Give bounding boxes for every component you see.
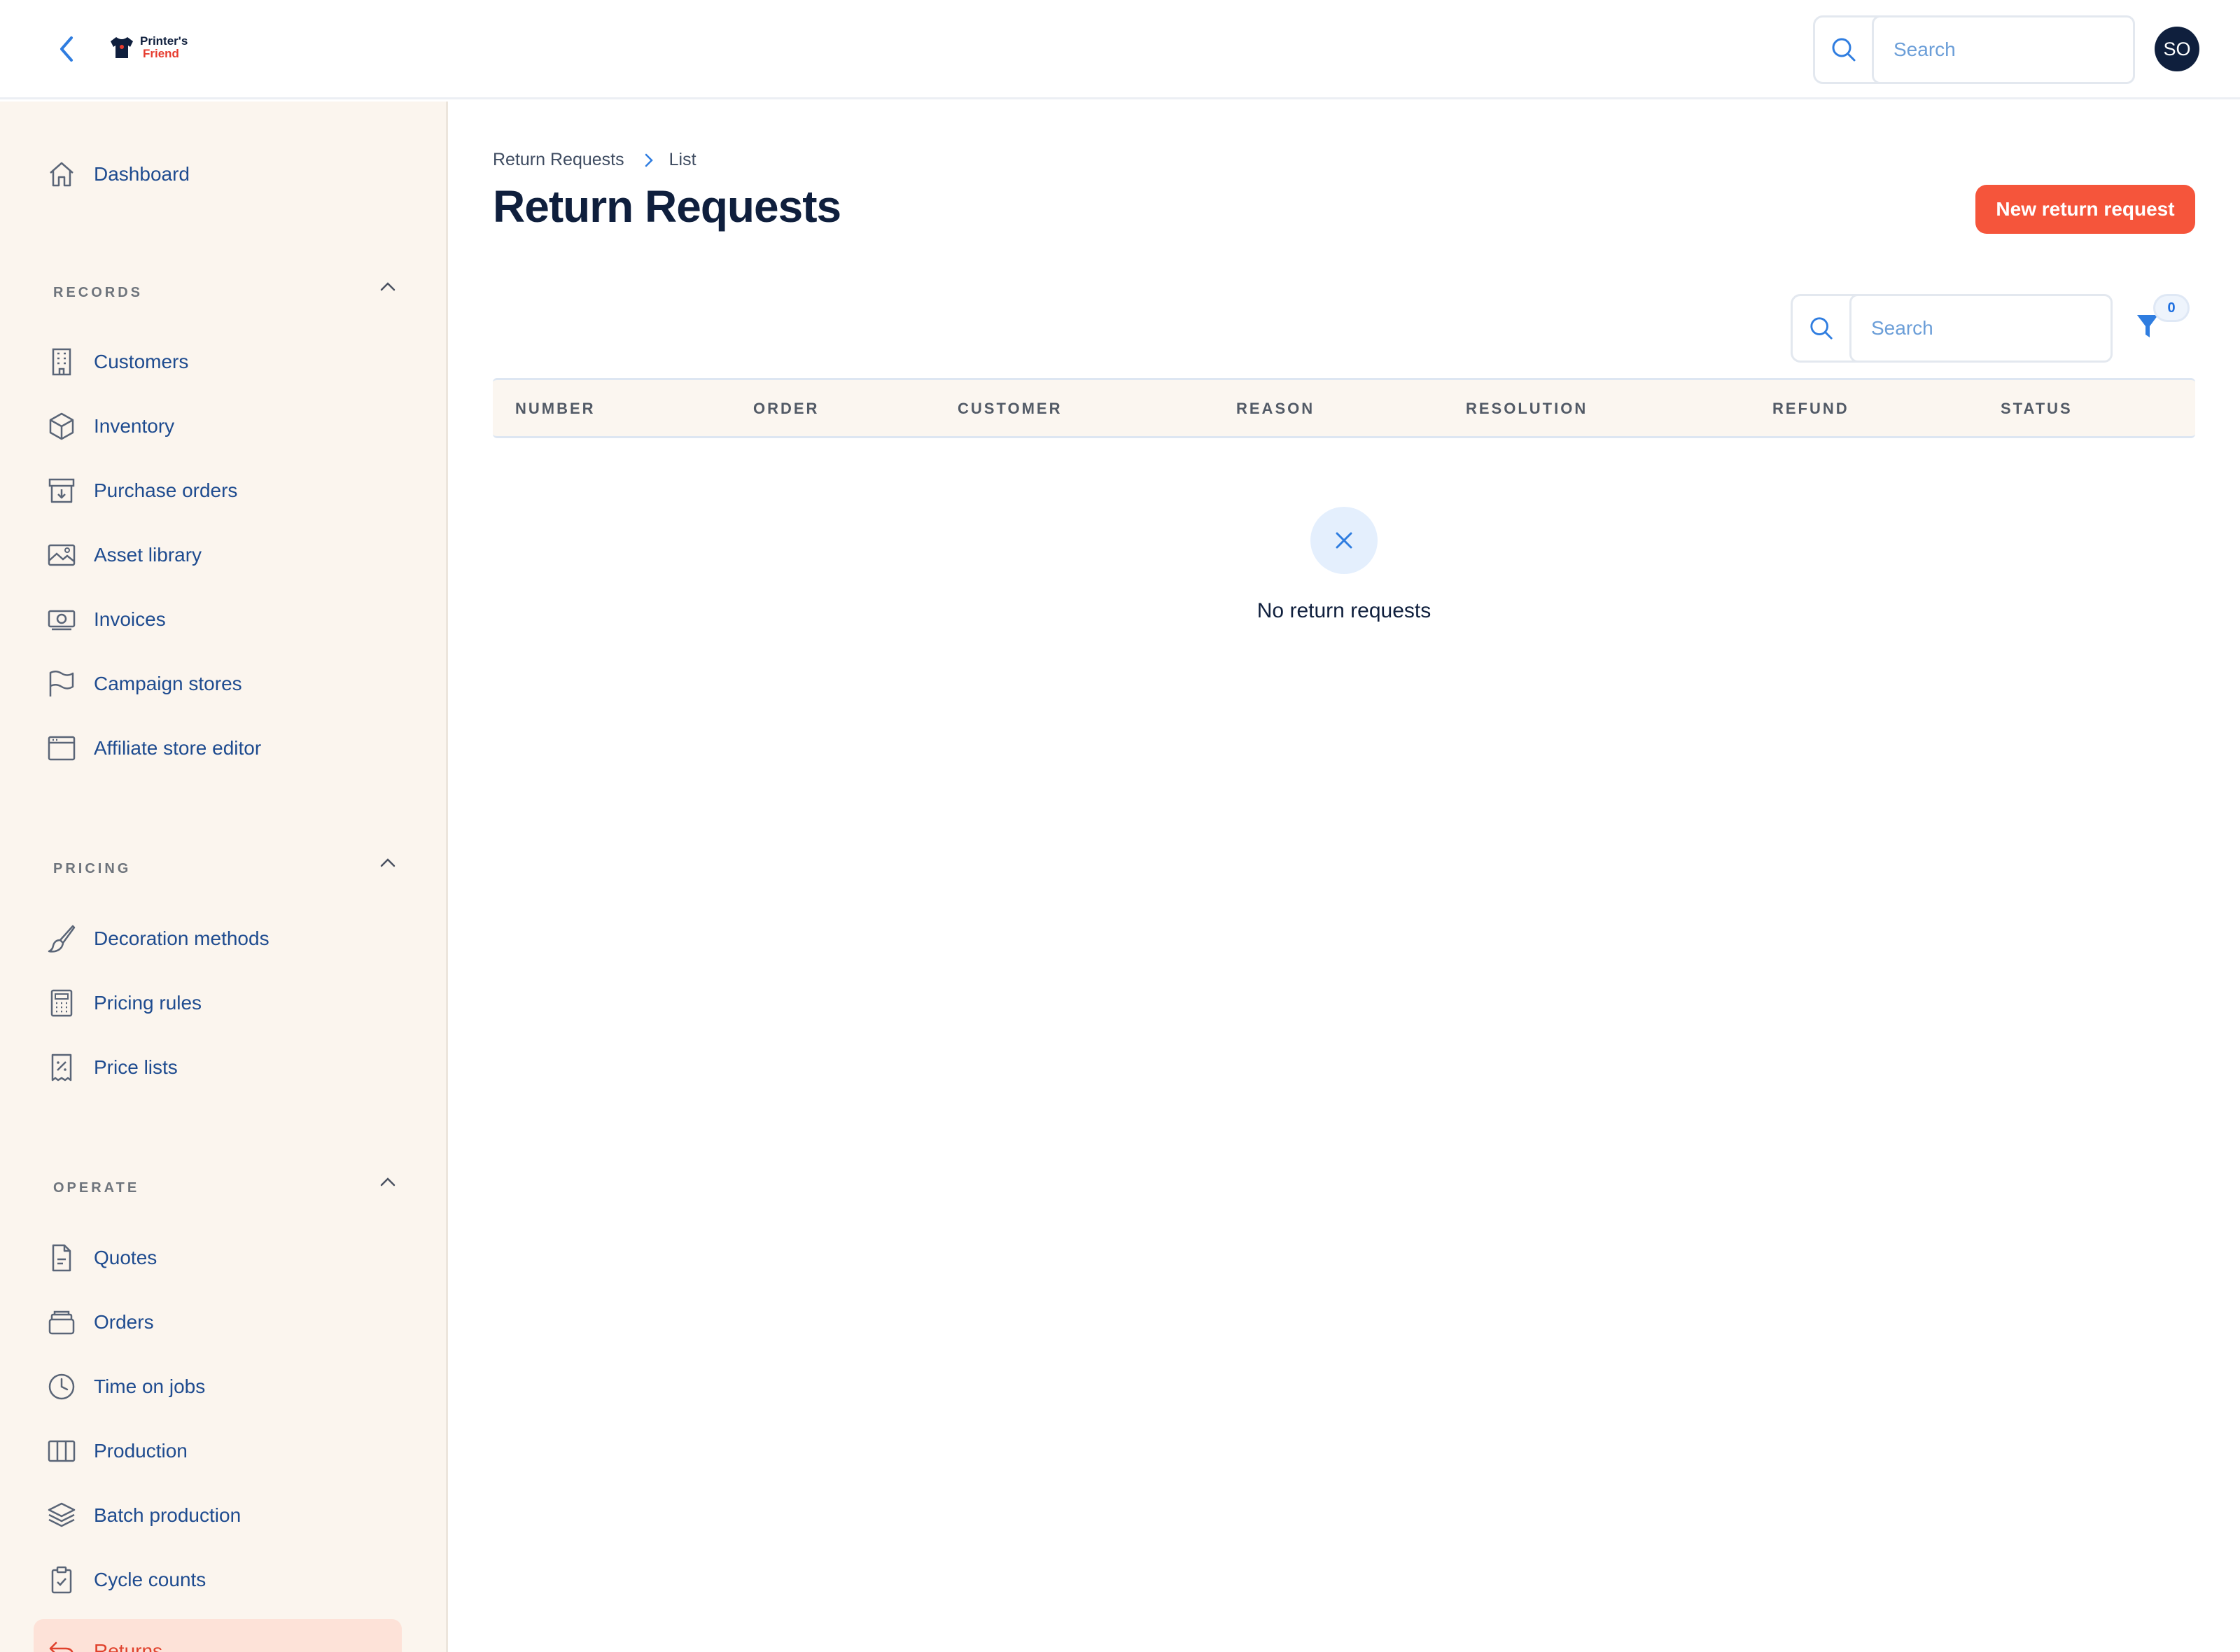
chevron-up-icon (380, 858, 396, 867)
archive-download-icon (34, 458, 90, 523)
browser-window-icon (34, 716, 90, 780)
layers-icon (34, 1483, 90, 1548)
home-icon (34, 142, 90, 206)
return-arrow-icon (34, 1619, 90, 1652)
sidebar-item-production[interactable]: Production (34, 1419, 402, 1483)
chevron-left-icon (60, 36, 73, 62)
cube-icon (34, 394, 90, 458)
sidebar-item-returns[interactable]: Returns (34, 1619, 402, 1652)
sidebar-item-customers[interactable]: Customers (34, 330, 402, 394)
column-header-number[interactable]: NUMBER (515, 400, 596, 418)
breadcrumb-item-list: List (668, 150, 696, 169)
collapse-pricing-button[interactable] (375, 850, 400, 875)
sidebar-item-label: Quotes (94, 1247, 158, 1268)
stacked-boxes-icon (34, 1290, 90, 1354)
chevron-right-icon (644, 153, 654, 168)
calculator-icon (34, 971, 90, 1035)
column-header-customer[interactable]: CUSTOMER (958, 400, 1063, 418)
sidebar-item-invoices[interactable]: Invoices (34, 587, 402, 652)
sidebar-item-price-lists[interactable]: Price lists (34, 1035, 402, 1100)
sidebar-item-campaign-stores[interactable]: Campaign stores (34, 652, 402, 716)
tshirt-logo-icon (111, 37, 133, 58)
sidebar-item-orders[interactable]: Orders (34, 1290, 402, 1354)
empty-state-message: No return requests (1256, 599, 1432, 622)
column-header-order[interactable]: ORDER (753, 400, 819, 418)
column-header-refund[interactable]: REFUND (1772, 400, 1849, 418)
table-search-input[interactable] (1849, 294, 2113, 363)
sidebar-item-label: Cycle counts (94, 1569, 206, 1590)
column-header-status[interactable]: STATUS (2001, 400, 2073, 418)
sidebar-item-cycle-counts[interactable]: Cycle counts (34, 1548, 402, 1612)
section-title-records: RECORDS (53, 285, 144, 300)
top-bar: Printer's Friend SO (0, 0, 2240, 99)
empty-state-badge (1310, 507, 1378, 574)
logo-text-line2: Friend (143, 47, 179, 60)
sidebar-item-batch-production[interactable]: Batch production (34, 1483, 402, 1548)
sidebar-item-label: Purchase orders (94, 479, 238, 501)
sidebar-item-purchase-orders[interactable]: Purchase orders (34, 458, 402, 523)
sidebar-item-label: Orders (94, 1311, 154, 1333)
sidebar-item-label: Dashboard (94, 163, 190, 185)
app-logo[interactable]: Printer's Friend (109, 35, 188, 60)
search-icon (1793, 296, 1849, 360)
search-icon (1815, 18, 1872, 82)
global-search (1813, 15, 2135, 84)
section-title-pricing: PRICING (53, 861, 132, 876)
sidebar-item-dashboard[interactable]: Dashboard (34, 142, 402, 206)
close-icon (1336, 532, 1352, 549)
sidebar-item-inventory[interactable]: Inventory (34, 394, 402, 458)
sidebar-item-asset-library[interactable]: Asset library (34, 523, 402, 587)
sidebar-item-label: Returns (94, 1640, 163, 1652)
sidebar-item-label: Decoration methods (94, 927, 270, 949)
sidebar-item-label: Campaign stores (94, 673, 242, 694)
paintbrush-icon (34, 906, 90, 971)
sidebar-item-decoration-methods[interactable]: Decoration methods (34, 906, 402, 971)
logo-text-line1: Printer's (140, 34, 188, 48)
user-avatar[interactable]: SO (2155, 27, 2199, 71)
sidebar-item-label: Production (94, 1440, 188, 1462)
sidebar-item-quotes[interactable]: Quotes (34, 1226, 402, 1290)
clipboard-check-icon (34, 1548, 90, 1612)
sidebar-item-label: Time on jobs (94, 1376, 206, 1397)
filter-count-badge: 0 (2153, 294, 2190, 322)
sidebar-item-label: Affiliate store editor (94, 737, 262, 759)
building-icon (34, 330, 90, 394)
section-title-operate: OPERATE (53, 1180, 140, 1196)
document-icon (34, 1226, 90, 1290)
clock-icon (34, 1354, 90, 1419)
collapse-operate-button[interactable] (375, 1169, 400, 1194)
back-button[interactable] (50, 32, 84, 66)
sidebar-item-label: Inventory (94, 415, 175, 437)
table-header: NUMBER ORDER CUSTOMER REASON RESOLUTION … (493, 378, 2195, 438)
breadcrumb-item-return-requests[interactable]: Return Requests (493, 150, 624, 170)
sidebar: Dashboard RECORDS Customers Inventory Pu… (0, 102, 448, 1652)
sidebar-item-label: Customers (94, 351, 189, 372)
sidebar-item-label: Price lists (94, 1056, 178, 1078)
receipt-percent-icon (34, 1035, 90, 1100)
table-search (1791, 294, 2113, 363)
sidebar-item-time-on-jobs[interactable]: Time on jobs (34, 1354, 402, 1419)
image-icon (34, 523, 90, 587)
collapse-records-button[interactable] (375, 274, 400, 299)
chevron-up-icon (380, 1177, 396, 1186)
new-return-request-button[interactable]: New return request (1975, 185, 2195, 234)
column-header-resolution[interactable]: RESOLUTION (1466, 400, 1588, 418)
sidebar-item-label: Batch production (94, 1504, 241, 1526)
flag-icon (34, 652, 90, 716)
breadcrumb: Return Requests List (493, 150, 696, 170)
page-title: Return Requests (493, 181, 841, 232)
sidebar-item-pricing-rules[interactable]: Pricing rules (34, 971, 402, 1035)
column-header-reason[interactable]: REASON (1236, 400, 1315, 418)
sidebar-item-label: Pricing rules (94, 992, 202, 1014)
global-search-input[interactable] (1872, 15, 2135, 84)
banknote-icon (34, 587, 90, 652)
sidebar-item-label: Invoices (94, 608, 166, 630)
sidebar-item-label: Asset library (94, 544, 202, 566)
columns-icon (34, 1419, 90, 1483)
sidebar-item-affiliate-store-editor[interactable]: Affiliate store editor (34, 716, 402, 780)
chevron-up-icon (380, 282, 396, 291)
